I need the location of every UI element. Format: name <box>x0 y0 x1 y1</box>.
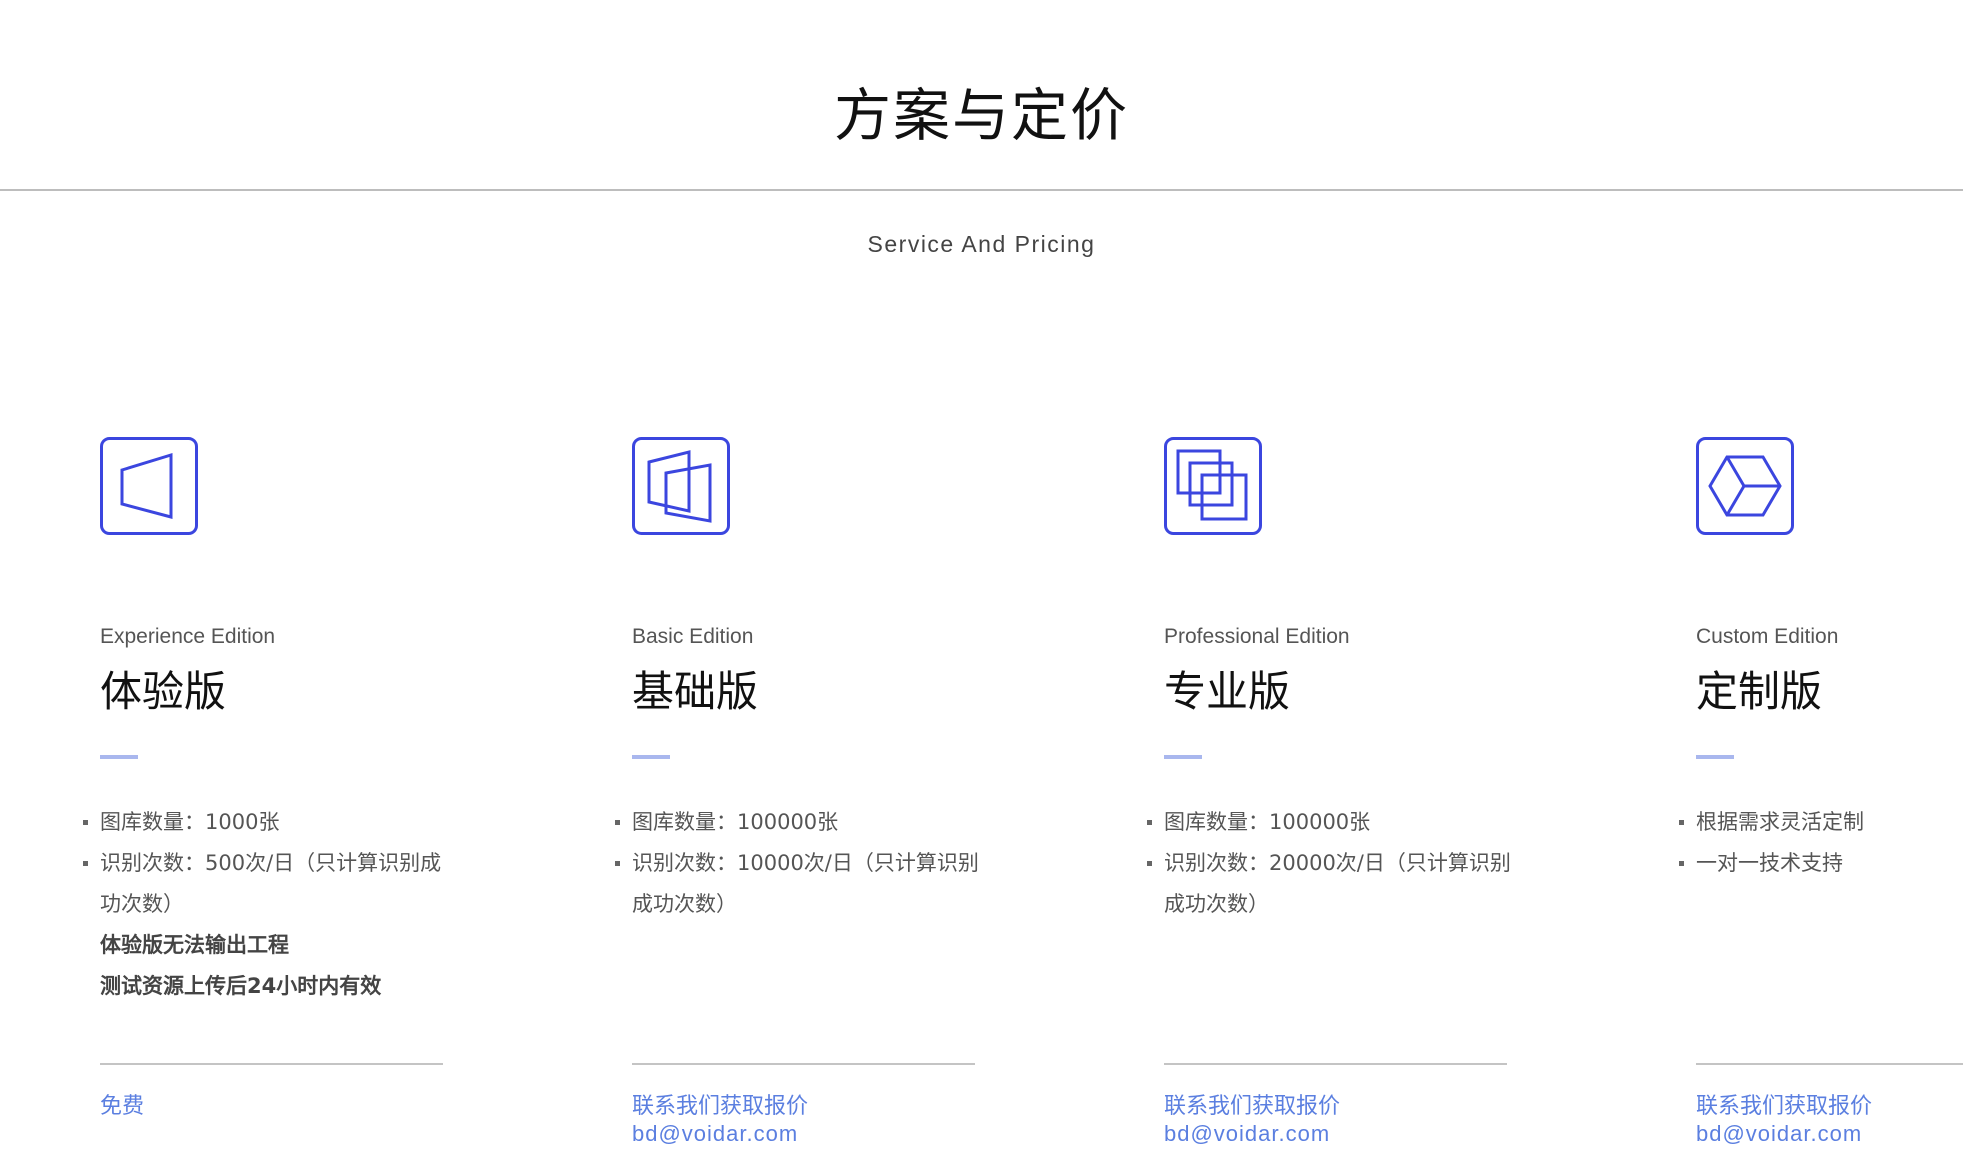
contact-quote-link[interactable]: 联系我们获取报价 <box>632 1093 808 1121</box>
feature-item: 根据需求灵活定制 <box>1679 802 1956 843</box>
feature-item: 一对一技术支持 <box>1679 843 1956 884</box>
plan-accent-dash <box>1696 755 1734 759</box>
double-panel-icon <box>632 437 730 535</box>
price-free-link[interactable]: 免费 <box>100 1093 144 1121</box>
feature-list: 图库数量：100000张 识别次数：10000次/日（只计算识别成功次数） <box>615 802 992 925</box>
feature-item: 识别次数：10000次/日（只计算识别成功次数） <box>615 843 992 925</box>
plan-edition-cn: 定制版 <box>1696 667 1823 716</box>
plan-accent-dash <box>632 755 670 759</box>
contact-email-link[interactable]: bd@voidar.com <box>1696 1121 1862 1147</box>
plan-divider <box>1164 1063 1507 1065</box>
plan-edition-cn: 基础版 <box>632 667 759 716</box>
plan-edition-en: Basic Edition <box>632 625 754 648</box>
contact-quote-link[interactable]: 联系我们获取报价 <box>1696 1093 1872 1121</box>
feature-list: 图库数量：1000张 识别次数：500次/日（只计算识别成功次数） 体验版无法输… <box>83 802 460 1007</box>
plan-edition-en: Professional Edition <box>1164 625 1350 648</box>
plan-accent-dash <box>1164 755 1202 759</box>
feature-list: 图库数量：100000张 识别次数：20000次/日（只计算识别成功次数） <box>1147 802 1524 925</box>
plan-note: 测试资源上传后24小时内有效 <box>100 974 382 998</box>
plan-edition-cn: 专业版 <box>1164 667 1291 716</box>
feature-item: 图库数量：1000张 <box>83 802 460 843</box>
feature-item: 识别次数：500次/日（只计算识别成功次数） <box>83 843 460 925</box>
plan-note: 体验版无法输出工程 <box>100 933 289 957</box>
contact-email-link[interactable]: bd@voidar.com <box>1164 1121 1330 1147</box>
plan-divider <box>1696 1063 1963 1065</box>
plan-edition-en: Custom Edition <box>1696 625 1839 648</box>
plan-edition-en: Experience Edition <box>100 625 276 648</box>
single-panel-icon <box>100 437 198 535</box>
feature-item: 图库数量：100000张 <box>1147 802 1524 843</box>
contact-quote-link[interactable]: 联系我们获取报价 <box>1164 1093 1340 1121</box>
feature-list: 根据需求灵活定制 一对一技术支持 <box>1679 802 1956 884</box>
plan-divider <box>632 1063 975 1065</box>
stacked-squares-icon <box>1164 437 1262 535</box>
plan-accent-dash <box>100 755 138 759</box>
page-title: 方案与定价 <box>834 83 1129 149</box>
page-subtitle: Service And Pricing <box>867 231 1096 257</box>
plan-divider <box>100 1063 443 1065</box>
feature-item: 识别次数：20000次/日（只计算识别成功次数） <box>1147 843 1524 925</box>
contact-email-link[interactable]: bd@voidar.com <box>632 1121 798 1147</box>
page-header: 方案与定价 <box>0 0 1963 191</box>
feature-item: 图库数量：100000张 <box>615 802 992 843</box>
cube-icon <box>1696 437 1794 535</box>
plan-edition-cn: 体验版 <box>100 667 227 716</box>
